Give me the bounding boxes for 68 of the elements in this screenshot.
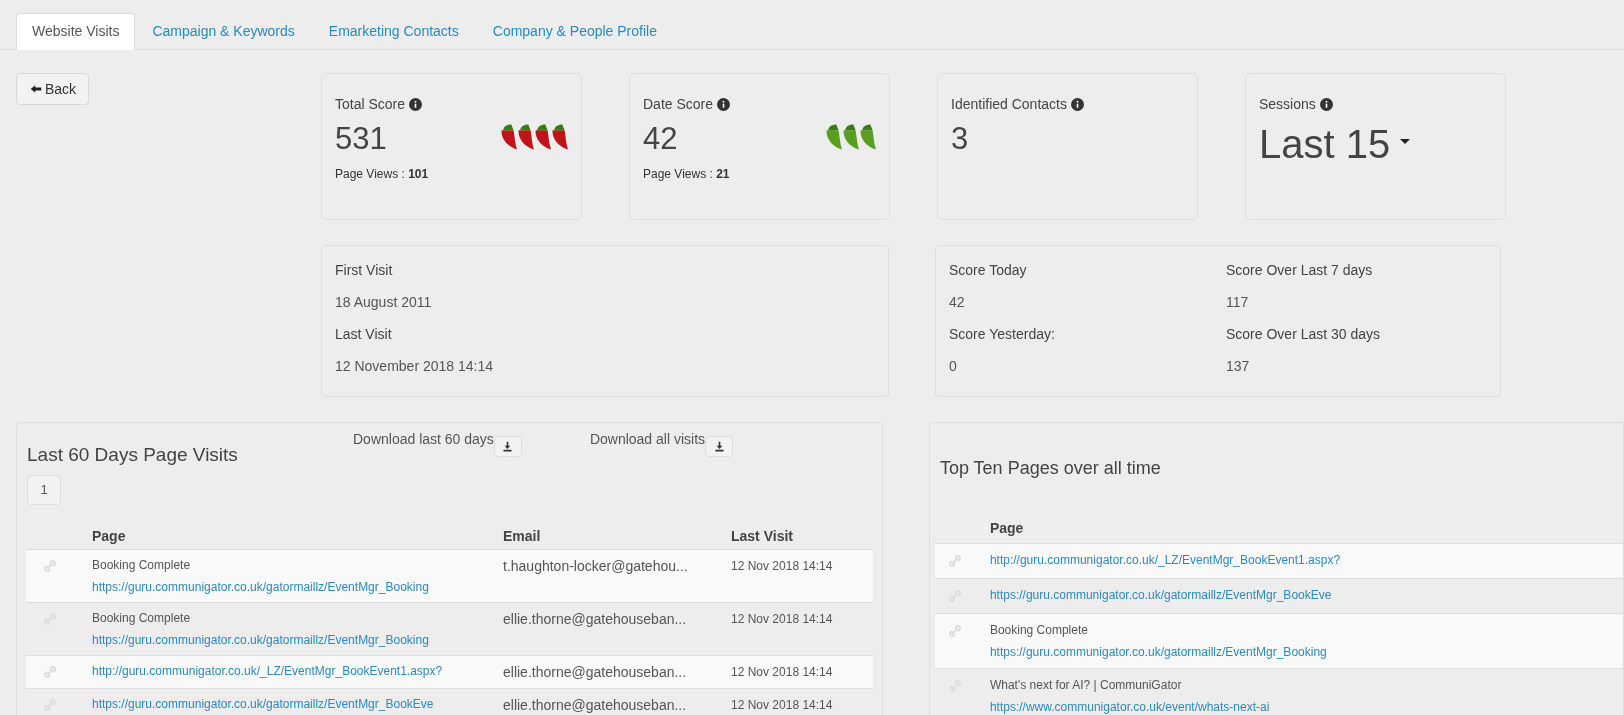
score-value: 137 <box>1226 357 1250 375</box>
score-value: 42 <box>949 293 965 311</box>
back-button[interactable]: Back <box>16 73 90 105</box>
visit-date: 18 August 2011 <box>335 293 432 311</box>
page-link[interactable]: https://guru.communigator.co.uk/gatormaillz/EventMgr_BookEve <box>989 588 1332 602</box>
email-cell-text: ellie.thorne@gatehouseban... <box>503 611 687 629</box>
visit-date: 12 November 2018 14:14 <box>335 357 493 375</box>
card-label: Identified Contacts <box>951 95 1067 114</box>
date-cell-text: 12 Nov 2018 14:14 <box>731 611 833 628</box>
page-link[interactable]: https://guru.communigator.co.uk/gatormaillz/EventMgr_Booking <box>92 580 429 594</box>
info-icon[interactable] <box>1319 98 1333 111</box>
page-link[interactable]: https://guru.communigator.co.uk/gatormaillz/EventMgr_BookEve <box>92 697 434 711</box>
column-header: Last Visit <box>731 526 793 546</box>
tab[interactable]: Company & People Profile <box>475 13 674 50</box>
score-value: 0 <box>949 357 957 375</box>
link-icon[interactable] <box>42 664 58 680</box>
column-header: Email <box>503 526 541 546</box>
column-header: Page <box>989 518 1024 538</box>
email-cell: ellie.thorne@gatehouseban... <box>503 697 687 713</box>
download-label: Download all visits <box>589 430 706 449</box>
score-value: 531 <box>335 120 387 158</box>
download-label: Download last 60 days <box>353 430 494 449</box>
email-cell: ellie.thorne@gatehouseban... <box>503 664 687 680</box>
download-icon <box>501 440 515 453</box>
arrow-left-icon <box>29 83 43 95</box>
panel-title: Top Ten Pages over all time <box>939 457 1161 480</box>
score-value: 3 <box>951 120 969 158</box>
link-icon[interactable] <box>946 623 963 639</box>
panel-title: Last 60 Days Page Visits <box>27 443 238 467</box>
card-label: Total Score <box>335 95 406 114</box>
page-link[interactable]: https://www.communigator.co.uk/event/whats-next-ai <box>989 700 1270 714</box>
page-button[interactable]: 1 <box>27 475 61 505</box>
score-value: 42 <box>643 120 678 158</box>
link-icon[interactable] <box>946 553 963 569</box>
date-cell-text: 12 Nov 2018 14:14 <box>731 558 833 575</box>
card-label: Date Score <box>643 95 714 114</box>
card-label: Sessions <box>1259 95 1316 114</box>
download-button[interactable] <box>705 436 734 457</box>
page-views-text: Page Views : 21 <box>643 166 731 183</box>
sessions-dropdown[interactable]: Last 15 <box>1259 119 1411 169</box>
info-icon[interactable] <box>1070 98 1084 111</box>
page-title: Booking Complete <box>92 611 191 625</box>
page-title: Booking Complete <box>989 623 1088 637</box>
visit-label: Last Visit <box>335 325 392 343</box>
date-cell: 12 Nov 2018 14:14 <box>731 697 833 713</box>
download-icon <box>712 440 726 453</box>
score-label: Score Over Last 30 days <box>1226 325 1381 343</box>
score-label: Score Today <box>949 261 1027 279</box>
page-link[interactable]: http://guru.communigator.co.uk/_LZ/EventMgr_BookEvent1.aspx? <box>92 664 443 678</box>
link-icon[interactable] <box>42 558 58 574</box>
page-views-text: Page Views : 101 <box>335 166 430 183</box>
tab[interactable]: Emarketing Contacts <box>311 13 476 50</box>
date-cell: 12 Nov 2018 14:14 <box>731 664 833 680</box>
info-icon[interactable] <box>409 98 423 111</box>
tab[interactable]: Campaign & Keywords <box>135 13 312 50</box>
page-link[interactable]: https://guru.communigator.co.uk/gatormaillz/EventMgr_Booking <box>92 633 429 647</box>
page-title: What's next for AI? | CommuniGator <box>989 678 1182 692</box>
score-value: 117 <box>1226 293 1249 311</box>
email-cell-text: t.haughton-locker@gatehou... <box>503 558 688 576</box>
score-label: Score Yesterday: <box>949 325 1055 343</box>
visit-label: First Visit <box>335 261 393 279</box>
download-button[interactable] <box>493 436 522 457</box>
page-title: Booking Complete <box>92 558 191 572</box>
page-link[interactable]: https://guru.communigator.co.uk/gatormaillz/EventMgr_Booking <box>989 645 1327 659</box>
column-header: Page <box>92 526 126 546</box>
info-icon[interactable] <box>717 98 731 111</box>
tab[interactable]: Website Visits <box>16 13 136 50</box>
score-label: Score Over Last 7 days <box>1226 261 1373 279</box>
